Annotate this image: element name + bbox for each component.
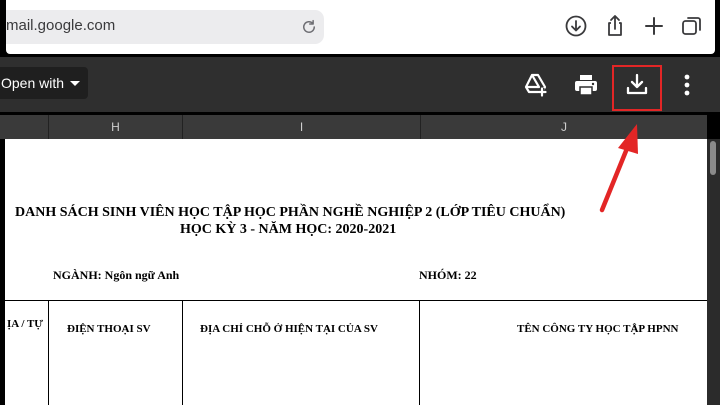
table-divider bbox=[419, 300, 420, 405]
add-to-drive-icon[interactable] bbox=[523, 72, 549, 98]
table-header-company: TÊN CÔNG TY HỌC TẬP HPNN bbox=[517, 323, 679, 335]
open-with-button[interactable]: Open with bbox=[0, 67, 88, 99]
document-title: DANH SÁCH SINH VIÊN HỌC TẬP HỌC PHẦN NGH… bbox=[15, 205, 566, 220]
column-header-i: I bbox=[182, 115, 420, 139]
new-tab-icon[interactable] bbox=[642, 14, 666, 38]
url-text: mail.google.com bbox=[6, 17, 116, 34]
chevron-down-icon bbox=[70, 81, 80, 86]
column-header-h: H bbox=[48, 115, 182, 139]
download-icon[interactable] bbox=[564, 14, 588, 38]
more-options-icon[interactable] bbox=[674, 72, 700, 98]
table-header-cell: ỊA / TỰ bbox=[7, 318, 44, 330]
table-border bbox=[5, 300, 707, 301]
open-with-label: Open with bbox=[1, 75, 65, 91]
table-divider bbox=[48, 300, 49, 405]
reload-icon[interactable] bbox=[300, 18, 318, 36]
red-arrow-annotation bbox=[599, 124, 638, 213]
table-header-phone: ĐIỆN THOẠI SV bbox=[67, 323, 151, 335]
download-highlight-box bbox=[612, 65, 662, 111]
major-label: NGÀNH: Ngôn ngữ Anh bbox=[53, 268, 180, 282]
browser-address-bar: mail.google.com bbox=[6, 0, 715, 54]
print-icon[interactable] bbox=[573, 72, 599, 98]
table-header-address: ĐỊA CHỈ CHỖ Ở HIỆN TẠI CỦA SV bbox=[200, 323, 378, 335]
column-header-j: J bbox=[420, 115, 707, 139]
url-field[interactable]: mail.google.com bbox=[6, 10, 324, 44]
group-label: NHÓM: 22 bbox=[419, 268, 477, 282]
vertical-scrollbar[interactable] bbox=[707, 139, 720, 405]
share-icon[interactable] bbox=[603, 14, 627, 38]
tabs-icon[interactable] bbox=[680, 14, 704, 38]
scrollbar-thumb[interactable] bbox=[710, 141, 716, 175]
table-divider bbox=[182, 300, 183, 405]
column-header bbox=[0, 115, 48, 139]
document-subtitle: HỌC KỲ 3 - NĂM HỌC: 2020-2021 bbox=[180, 222, 397, 237]
